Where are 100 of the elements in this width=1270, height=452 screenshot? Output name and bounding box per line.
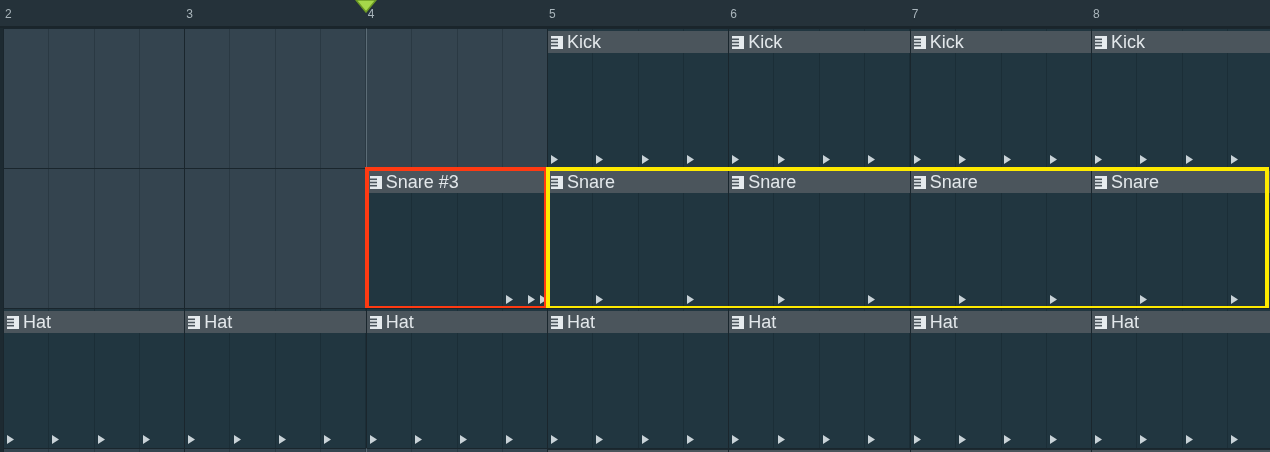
note-marker [913, 155, 921, 164]
piano-keys-icon [551, 175, 563, 189]
clip-label: Hat [929, 312, 958, 332]
note-marker [1049, 435, 1057, 444]
clip-label: Kick [1110, 32, 1145, 52]
clip-header[interactable]: Snare #3 [366, 171, 547, 193]
clip-header[interactable]: Snare [910, 171, 1091, 193]
clip-label: Hat [567, 312, 595, 332]
clip-header[interactable]: Hat [4, 311, 185, 333]
note-marker [868, 295, 876, 304]
clip-header[interactable]: Kick [548, 31, 729, 53]
pattern-clip[interactable]: Hat [547, 308, 729, 448]
note-marker [551, 155, 558, 164]
note-marker [1230, 295, 1238, 304]
clip-label: Snare [1110, 172, 1159, 192]
note-marker [686, 295, 694, 304]
piano-keys-icon [913, 35, 926, 49]
piano-keys-icon [1094, 35, 1107, 49]
clip-label: Hat [23, 312, 51, 332]
clip-header[interactable]: Snare [729, 171, 910, 193]
clip-label: Kick [567, 32, 601, 52]
note-marker [1230, 155, 1238, 164]
clip-header[interactable]: Hat [548, 311, 729, 333]
note-marker [1230, 435, 1238, 444]
note-marker [1004, 155, 1012, 164]
note-marker [596, 295, 604, 304]
piano-keys-icon [369, 315, 382, 329]
clip-label: Hat [748, 312, 777, 332]
clip-header[interactable]: Hat [185, 311, 366, 333]
note-marker [913, 435, 921, 444]
note-marker [686, 155, 694, 164]
clip-label: Kick [748, 32, 783, 52]
note-marker [505, 435, 513, 444]
clip-header[interactable]: Kick [729, 31, 910, 53]
clip-header[interactable]: Hat [910, 311, 1091, 333]
bar-number: 3 [186, 7, 193, 21]
note-marker [1140, 435, 1148, 444]
piano-keys-icon [732, 315, 745, 329]
piano-keys-icon [1094, 175, 1107, 189]
pattern-clip[interactable]: Hat [909, 308, 1091, 448]
piano-keys-icon [732, 175, 745, 189]
clip-label: Snare [567, 172, 616, 192]
timeline-ruler[interactable]: 2 3 4 5 6 7 8 [0, 0, 1270, 28]
clip-label: Kick [929, 32, 964, 52]
piano-keys-icon [913, 315, 926, 329]
note-marker [505, 295, 513, 304]
note-marker [958, 295, 966, 304]
pattern-clip[interactable]: Hat [728, 308, 910, 448]
note-marker [369, 435, 377, 444]
clip-label: Hat [1110, 312, 1139, 332]
pattern-clip[interactable]: Kick [909, 28, 1091, 168]
clip-header[interactable]: Kick [910, 31, 1091, 53]
pattern-clip[interactable]: Hat [3, 308, 185, 448]
note-marker [1049, 155, 1057, 164]
clip-header[interactable]: Hat [729, 311, 910, 333]
pattern-clip[interactable]: Kick [1090, 28, 1270, 168]
note-marker [1004, 435, 1012, 444]
note-marker [732, 155, 740, 164]
pattern-clip[interactable]: Hat [1090, 308, 1270, 448]
note-marker [1185, 435, 1193, 444]
piano-keys-icon [188, 315, 201, 329]
clip-header[interactable]: Hat [366, 311, 547, 333]
bar-number: 6 [730, 7, 737, 21]
note-marker [868, 155, 876, 164]
clip-header[interactable]: Snare [1091, 171, 1270, 193]
pattern-clip[interactable]: Kick [728, 28, 910, 168]
pattern-clip[interactable]: Hat [365, 308, 547, 448]
note-marker [641, 155, 649, 164]
note-marker [233, 435, 241, 444]
pattern-clip[interactable]: Snare [909, 168, 1091, 308]
clip-label: Hat [204, 312, 233, 332]
piano-keys-icon [1094, 315, 1107, 329]
clip-header[interactable]: Kick [1091, 31, 1270, 53]
clip-header[interactable]: Hat [1091, 311, 1270, 333]
note-marker [822, 155, 830, 164]
pattern-clip[interactable]: Snare [1090, 168, 1270, 308]
note-marker [97, 435, 105, 444]
note-marker [324, 435, 332, 444]
note-marker [596, 435, 604, 444]
pattern-clip[interactable]: Hat [184, 308, 366, 448]
note-marker [1094, 155, 1102, 164]
pattern-clip[interactable]: Kick [547, 28, 729, 168]
pattern-clip[interactable]: Snare [547, 168, 729, 308]
note-marker [415, 435, 422, 444]
note-marker [1049, 295, 1057, 304]
pattern-clip[interactable]: Snare [728, 168, 910, 308]
piano-keys-icon [913, 175, 926, 189]
clip-label: Snare #3 [385, 172, 459, 192]
clip-label: Snare [748, 172, 797, 192]
note-marker [528, 295, 536, 304]
piano-keys-icon [732, 35, 745, 49]
clip-label: Hat [385, 312, 414, 332]
note-marker [1094, 435, 1102, 444]
clip-label: Snare [929, 172, 978, 192]
note-marker [1140, 155, 1148, 164]
clip-header[interactable]: Snare [548, 171, 729, 193]
note-marker [279, 435, 286, 444]
note-marker [143, 435, 150, 444]
piano-keys-icon [7, 315, 19, 329]
note-marker [460, 435, 468, 444]
